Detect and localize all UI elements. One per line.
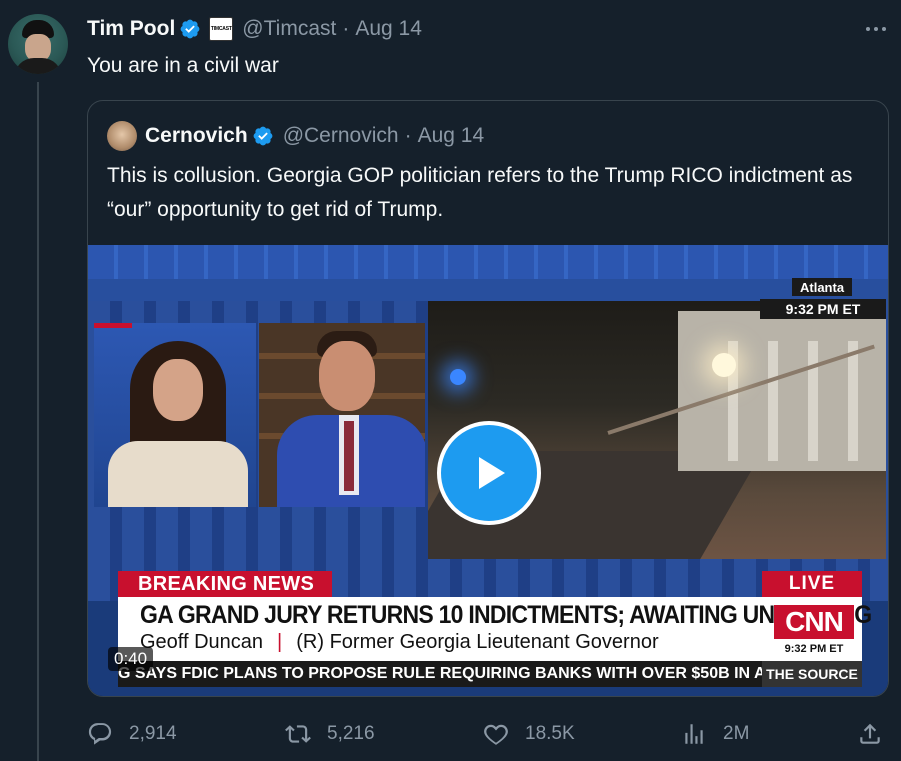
video-duration: 0:40 xyxy=(108,647,154,671)
reply-count: 2,914 xyxy=(129,723,177,744)
like-button[interactable]: 18.5K xyxy=(483,718,575,750)
header-separator: · xyxy=(342,17,350,40)
quoted-tweet[interactable]: Cernovich @Cernovich · Aug 14 This is co… xyxy=(87,100,889,697)
retweet-icon xyxy=(285,725,311,743)
retweet-button[interactable]: 5,216 xyxy=(285,718,375,750)
affiliate-badge-text: TIMCAST xyxy=(210,26,232,32)
breaking-news-label: BREAKING NEWS xyxy=(118,571,332,597)
guest-name: Geoff Duncan xyxy=(140,631,264,653)
views-button[interactable]: 2M xyxy=(681,718,749,750)
studio-mid-banner xyxy=(88,279,888,301)
chyron-headline: GA GRAND JURY RETURNS 10 INDICTMENTS; AW… xyxy=(140,601,872,629)
network-time: 9:32 PM ET xyxy=(784,643,844,655)
share-button[interactable] xyxy=(857,718,883,750)
author-name[interactable]: Tim Pool xyxy=(87,17,175,41)
like-count: 18.5K xyxy=(525,723,575,744)
quote-header-separator: · xyxy=(404,124,412,147)
quote-date: Aug 14 xyxy=(417,124,485,147)
reply-icon xyxy=(88,723,112,745)
video-player[interactable]: Atlanta 9:32 PM ET BREAKING NEWS LIVE GA… xyxy=(88,245,888,696)
heart-icon xyxy=(484,724,508,745)
thread-line xyxy=(37,82,39,761)
views-count: 2M xyxy=(723,723,750,744)
tweet-actions: 2,914 5,216 18.5K 2M xyxy=(87,718,889,750)
news-ticker: G SAYS FDIC PLANS TO PROPOSE RULE REQUIR… xyxy=(118,661,862,687)
more-options-icon[interactable] xyxy=(862,18,890,40)
author-handle[interactable]: @Timcast xyxy=(242,17,336,41)
quote-header: Cernovich @Cernovich · Aug 14 xyxy=(145,121,484,151)
play-icon xyxy=(479,457,505,489)
tweet-date[interactable]: Aug 14 xyxy=(355,17,422,41)
author-avatar[interactable] xyxy=(8,14,68,74)
verified-badge-icon xyxy=(180,19,200,39)
location-label: Atlanta xyxy=(792,278,853,296)
chyron-subline: Geoff Duncan | (R) Former Georgia Lieutena… xyxy=(140,631,659,654)
quote-author-name: Cernovich xyxy=(145,124,248,147)
anchor-video-panel xyxy=(94,323,256,507)
quote-author-handle: @Cernovich xyxy=(282,124,399,147)
quote-text: This is collusion. Georgia GOP politicia… xyxy=(107,164,853,221)
location-time: 9:32 PM ET xyxy=(760,299,886,319)
verified-badge-icon xyxy=(253,126,273,146)
ticker-text: G SAYS FDIC PLANS TO PROPOSE RULE REQUIR… xyxy=(118,665,777,682)
guest-video-panel xyxy=(259,323,425,507)
views-chart-icon xyxy=(685,724,703,744)
tweet-header: Tim Pool TIMCAST @Timcast · Aug 14 xyxy=(87,14,422,44)
tweet-text: You are in a civil war xyxy=(87,54,279,77)
share-icon xyxy=(860,723,880,744)
guest-title: (R) Former Georgia Lieutenant Governor xyxy=(296,631,659,653)
guest-separator: | xyxy=(277,631,283,653)
quote-author-avatar xyxy=(107,121,137,151)
ticker-source: THE SOURCE xyxy=(762,661,862,687)
retweet-count: 5,216 xyxy=(327,723,375,744)
reply-button[interactable]: 2,914 xyxy=(87,718,177,750)
play-button[interactable] xyxy=(437,421,541,525)
affiliate-badge-icon[interactable]: TIMCAST xyxy=(209,17,234,41)
cnn-logo: CNN xyxy=(774,605,854,639)
live-label: LIVE xyxy=(762,571,862,597)
